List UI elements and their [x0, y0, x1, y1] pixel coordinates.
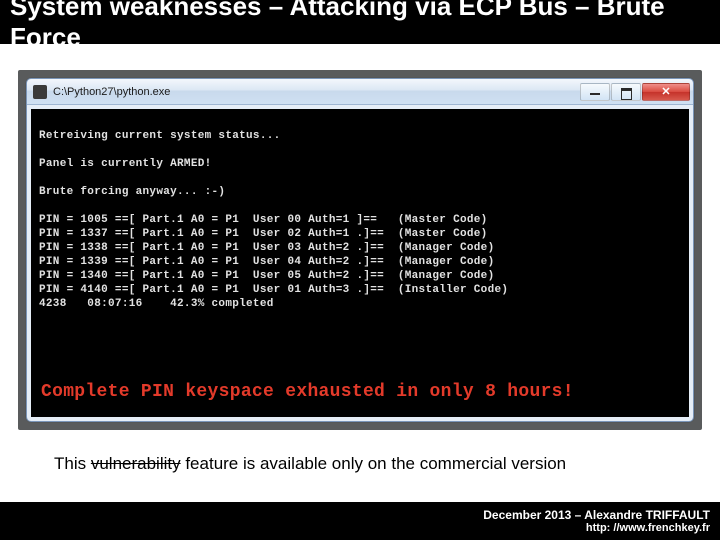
- footer-author: December 2013 – Alexandre TRIFFAULT: [483, 508, 710, 522]
- slide-footer: December 2013 – Alexandre TRIFFAULT http…: [0, 502, 720, 540]
- window-title: C:\Python27\python.exe: [53, 86, 580, 98]
- term-line: PIN = 1005 ==[ Part.1 A0 = P1 User 00 Au…: [39, 214, 488, 226]
- term-line: Retreiving current system status...: [39, 130, 281, 142]
- terminal-callout: Complete PIN keyspace exhausted in only …: [41, 385, 574, 399]
- window-titlebar: C:\Python27\python.exe: [27, 79, 693, 105]
- term-line: Panel is currently ARMED!: [39, 158, 212, 170]
- term-line: PIN = 1339 ==[ Part.1 A0 = P1 User 04 Au…: [39, 256, 494, 268]
- slide-title: System weaknesses – Attacking via ECP Bu…: [10, 0, 710, 53]
- term-line: Brute forcing anyway... :-): [39, 186, 225, 198]
- maximize-button[interactable]: [611, 83, 641, 101]
- slide-caption: This vulnerability feature is available …: [54, 454, 720, 474]
- footer-url: http: //www.frenchkey.fr: [586, 522, 710, 534]
- close-button[interactable]: [642, 83, 690, 101]
- term-line: PIN = 1337 ==[ Part.1 A0 = P1 User 02 Au…: [39, 228, 488, 240]
- terminal-output: Retreiving current system status... Pane…: [31, 109, 689, 417]
- term-line: PIN = 1340 ==[ Part.1 A0 = P1 User 05 Au…: [39, 270, 494, 282]
- app-icon: [33, 85, 47, 99]
- caption-struck: vulnerability: [91, 454, 181, 473]
- screenshot-frame: C:\Python27\python.exe Retreiving curren…: [18, 70, 702, 430]
- term-line: PIN = 1338 ==[ Part.1 A0 = P1 User 03 Au…: [39, 242, 494, 254]
- slide-title-bar: System weaknesses – Attacking via ECP Bu…: [0, 0, 720, 44]
- term-line: PIN = 4140 ==[ Part.1 A0 = P1 User 01 Au…: [39, 284, 508, 296]
- caption-rest: feature is available only on the commerc…: [181, 454, 567, 473]
- window-buttons: [580, 83, 690, 101]
- minimize-button[interactable]: [580, 83, 610, 101]
- caption-prefix: This: [54, 454, 91, 473]
- term-line: 4238 08:07:16 42.3% completed: [39, 298, 274, 310]
- windows-console-window: C:\Python27\python.exe Retreiving curren…: [26, 78, 694, 422]
